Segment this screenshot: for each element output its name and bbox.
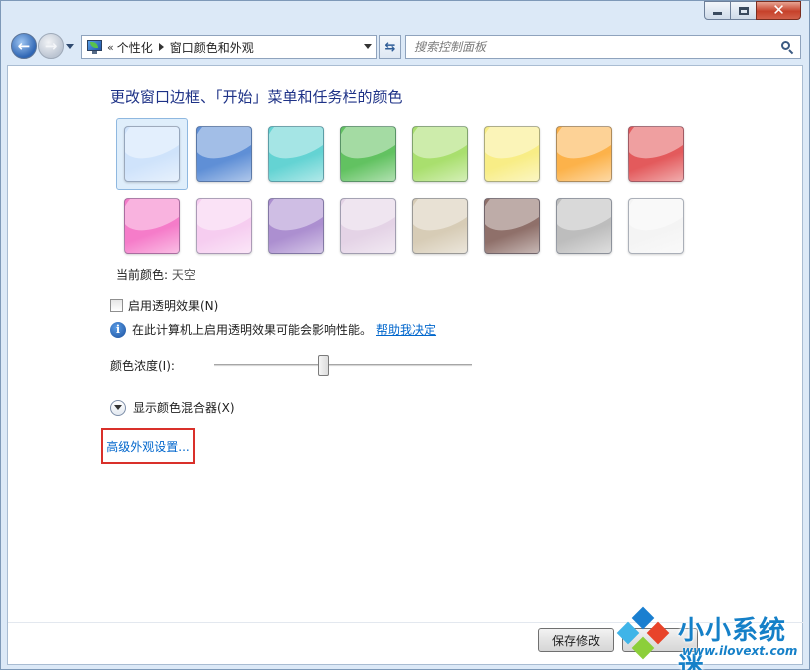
color-intensity-slider[interactable] bbox=[214, 355, 472, 376]
color-swatch-cell[interactable] bbox=[260, 118, 332, 190]
info-icon: i bbox=[110, 321, 126, 338]
breadcrumb-separator-icon[interactable] bbox=[158, 43, 164, 51]
advanced-appearance-link[interactable]: 高级外观设置... bbox=[106, 438, 189, 455]
color-swatch-cell[interactable] bbox=[116, 190, 188, 262]
transparency-label[interactable]: 启用透明效果(N) bbox=[128, 297, 218, 314]
transparency-checkbox[interactable] bbox=[110, 299, 123, 312]
refresh-icon: ⇆ bbox=[384, 39, 396, 55]
breadcrumb-overflow[interactable]: « bbox=[107, 41, 114, 54]
color-swatch[interactable] bbox=[268, 198, 324, 254]
expand-chevron-icon[interactable] bbox=[110, 399, 126, 416]
search-input[interactable] bbox=[414, 37, 784, 57]
maximize-button[interactable] bbox=[730, 1, 757, 20]
color-swatch[interactable] bbox=[628, 198, 684, 254]
arrow-right-icon: → bbox=[44, 36, 58, 55]
color-swatch[interactable] bbox=[268, 126, 324, 182]
color-mixer-label[interactable]: 显示颜色混合器(X) bbox=[133, 399, 235, 416]
forward-button[interactable]: → bbox=[38, 33, 64, 59]
chevron-down-icon bbox=[66, 43, 74, 49]
color-swatch-cell[interactable] bbox=[332, 190, 404, 262]
color-swatch-cell[interactable] bbox=[188, 118, 260, 190]
maximize-icon bbox=[738, 6, 749, 15]
color-swatch-cell[interactable] bbox=[476, 190, 548, 262]
color-swatch-cell[interactable] bbox=[116, 118, 188, 190]
main-content: 更改窗口边框、「开始」菜单和任务栏的颜色 当前颜色: 天空 启用透明效果(N) … bbox=[8, 66, 804, 666]
navigation-bar: ← → « 个性化 窗口颜色和外观 ⇆ bbox=[9, 31, 803, 61]
help-me-decide-link[interactable]: 帮助我决定 bbox=[376, 321, 436, 338]
slider-thumb[interactable] bbox=[318, 355, 329, 376]
color-swatch-cell[interactable] bbox=[188, 190, 260, 262]
breadcrumb-window-color[interactable]: 窗口颜色和外观 bbox=[170, 39, 254, 56]
recent-pages-button[interactable] bbox=[65, 41, 75, 51]
address-bar[interactable]: « 个性化 窗口颜色和外观 bbox=[81, 35, 377, 59]
color-swatch[interactable] bbox=[196, 198, 252, 254]
page-title: 更改窗口边框、「开始」菜单和任务栏的颜色 bbox=[110, 88, 403, 106]
color-swatch-cell[interactable] bbox=[404, 190, 476, 262]
color-swatch-cell[interactable] bbox=[620, 190, 692, 262]
color-intensity-label: 颜色浓度(I): bbox=[110, 359, 175, 373]
address-dropdown-button[interactable] bbox=[364, 44, 372, 49]
color-swatch-cell[interactable] bbox=[332, 118, 404, 190]
watermark-logo-icon bbox=[616, 606, 670, 662]
advanced-settings-highlight: 高级外观设置... bbox=[101, 428, 195, 464]
caption-buttons: ✕ bbox=[704, 1, 801, 20]
info-text: 在此计算机上启用透明效果可能会影响性能。 bbox=[132, 323, 373, 337]
transparency-info: i 在此计算机上启用透明效果可能会影响性能。 帮助我决定 bbox=[110, 321, 436, 338]
color-swatch[interactable] bbox=[196, 126, 252, 182]
color-swatch[interactable] bbox=[340, 126, 396, 182]
close-button[interactable]: ✕ bbox=[756, 1, 801, 20]
color-swatch[interactable] bbox=[484, 198, 540, 254]
color-swatch[interactable] bbox=[340, 198, 396, 254]
search-box[interactable] bbox=[405, 35, 801, 59]
search-icon[interactable] bbox=[781, 41, 794, 55]
color-swatch[interactable] bbox=[556, 126, 612, 182]
back-button[interactable]: ← bbox=[11, 33, 37, 59]
save-changes-button[interactable]: 保存修改 bbox=[538, 628, 614, 652]
refresh-button[interactable]: ⇆ bbox=[379, 35, 401, 59]
control-panel-window: ✕ ← → « 个性化 窗口颜色和外观 ⇆ 更改窗口边框、「开始」菜单和任务栏的… bbox=[0, 0, 810, 670]
color-swatch-cell[interactable] bbox=[548, 118, 620, 190]
color-swatch[interactable] bbox=[412, 126, 468, 182]
breadcrumb-personalization[interactable]: 个性化 bbox=[117, 39, 153, 56]
transparency-option[interactable]: 启用透明效果(N) bbox=[110, 297, 218, 314]
color-mixer-toggle[interactable]: 显示颜色混合器(X) bbox=[110, 399, 235, 416]
color-swatch-cell[interactable] bbox=[476, 118, 548, 190]
color-swatch[interactable] bbox=[484, 126, 540, 182]
minimize-icon bbox=[713, 12, 722, 15]
color-swatch[interactable] bbox=[412, 198, 468, 254]
current-color-label: 当前颜色: bbox=[116, 268, 169, 282]
color-swatch-cell[interactable] bbox=[620, 118, 692, 190]
color-swatch-cell[interactable] bbox=[260, 190, 332, 262]
watermark-brand: 小小系统迷 bbox=[678, 616, 787, 670]
watermark-url: www.ilovext.com bbox=[682, 644, 798, 658]
current-color: 当前颜色: 天空 bbox=[116, 266, 196, 283]
chevron-down-icon bbox=[364, 44, 372, 49]
color-swatch[interactable] bbox=[124, 126, 180, 182]
color-swatch[interactable] bbox=[628, 126, 684, 182]
minimize-button[interactable] bbox=[704, 1, 731, 20]
close-icon: ✕ bbox=[772, 1, 785, 19]
color-swatch[interactable] bbox=[556, 198, 612, 254]
color-swatch-cell[interactable] bbox=[404, 118, 476, 190]
color-swatch[interactable] bbox=[124, 198, 180, 254]
color-swatch-cell[interactable] bbox=[548, 190, 620, 262]
control-panel-icon bbox=[85, 39, 105, 55]
content-frame: 更改窗口边框、「开始」菜单和任务栏的颜色 当前颜色: 天空 启用透明效果(N) … bbox=[7, 65, 804, 666]
site-watermark: 小小系统迷 www.ilovext.com bbox=[610, 600, 806, 670]
arrow-left-icon: ← bbox=[17, 36, 31, 55]
color-intensity: 颜色浓度(I): bbox=[110, 354, 490, 378]
current-color-value: 天空 bbox=[171, 268, 196, 282]
